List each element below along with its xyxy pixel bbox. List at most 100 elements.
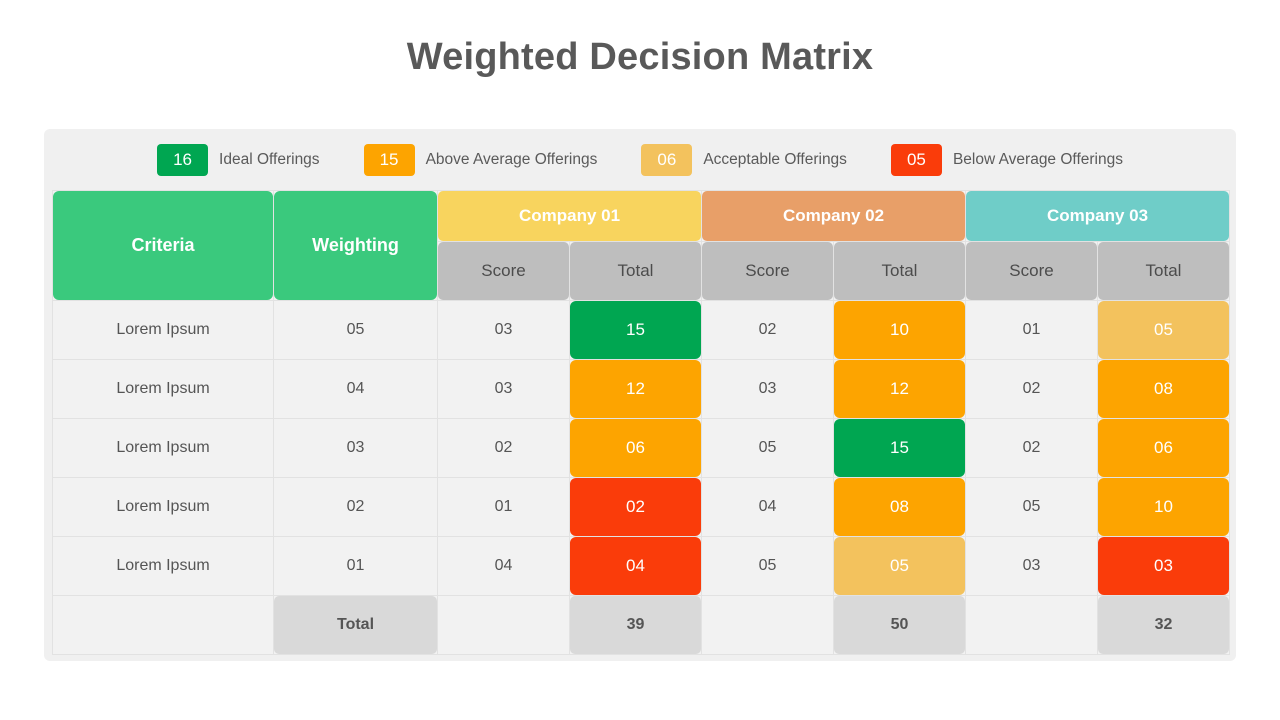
cell-c2-total-chip: 12 bbox=[834, 360, 965, 418]
totals-c3-value: 32 bbox=[1098, 596, 1229, 654]
cell-weighting: 04 bbox=[273, 359, 438, 419]
legend-badge-acceptable: 06 bbox=[641, 143, 693, 176]
cell-criteria: Lorem Ipsum bbox=[52, 536, 274, 596]
totals-blank-criteria bbox=[52, 595, 274, 655]
totals-c2-cell: 50 bbox=[833, 595, 966, 655]
header-c3-total-label: Total bbox=[1098, 242, 1229, 300]
cell-c2-total: 12 bbox=[833, 359, 966, 419]
totals-blank-c1-score bbox=[437, 595, 570, 655]
cell-c1-total: 06 bbox=[569, 418, 702, 478]
legend-badge-below-average: 05 bbox=[890, 143, 942, 176]
cell-c1-total-chip: 15 bbox=[570, 301, 701, 359]
cell-c2-total-chip: 05 bbox=[834, 537, 965, 595]
cell-c2-score: 02 bbox=[701, 300, 834, 360]
header-weighting-label: Weighting bbox=[274, 191, 437, 300]
header-c2-total-label: Total bbox=[834, 242, 965, 300]
cell-c1-total: 02 bbox=[569, 477, 702, 537]
cell-c1-score: 01 bbox=[437, 477, 570, 537]
cell-criteria: Lorem Ipsum bbox=[52, 477, 274, 537]
cell-weighting: 05 bbox=[273, 300, 438, 360]
header-c1-total: Total bbox=[569, 241, 702, 301]
cell-c2-total-chip: 10 bbox=[834, 301, 965, 359]
cell-c3-score: 03 bbox=[965, 536, 1098, 596]
header-company-02: Company 02 bbox=[701, 190, 966, 242]
cell-c3-score: 02 bbox=[965, 359, 1098, 419]
cell-criteria: Lorem Ipsum bbox=[52, 300, 274, 360]
slide-canvas: Weighted Decision Matrix 16 Ideal Offeri… bbox=[0, 0, 1280, 720]
cell-c1-score: 03 bbox=[437, 300, 570, 360]
totals-blank-c3-score bbox=[965, 595, 1098, 655]
cell-c1-total-chip: 04 bbox=[570, 537, 701, 595]
legend-label-below-average: Below Average Offerings bbox=[952, 150, 1123, 168]
header-criteria: Criteria bbox=[52, 190, 274, 301]
legend-item-below-average: 05 Below Average Offerings bbox=[890, 143, 1123, 176]
cell-c3-total-chip: 06 bbox=[1098, 419, 1229, 477]
cell-c2-total: 08 bbox=[833, 477, 966, 537]
cell-c1-total-chip: 12 bbox=[570, 360, 701, 418]
matrix-panel: 16 Ideal Offerings 15 Above Average Offe… bbox=[44, 129, 1236, 661]
cell-c3-total: 06 bbox=[1097, 418, 1230, 478]
cell-c2-score: 05 bbox=[701, 536, 834, 596]
cell-c3-total-chip: 05 bbox=[1098, 301, 1229, 359]
cell-c3-score: 01 bbox=[965, 300, 1098, 360]
table-header-row-companies: Criteria Weighting Company 01 Company 02… bbox=[52, 190, 1230, 301]
header-weighting: Weighting bbox=[273, 190, 438, 301]
header-company-02-label: Company 02 bbox=[702, 191, 965, 241]
cell-c2-score: 05 bbox=[701, 418, 834, 478]
cell-c3-total-chip: 10 bbox=[1098, 478, 1229, 536]
table-row: Lorem Ipsum 05 03 15 02 10 01 05 bbox=[52, 300, 1230, 360]
legend-item-above-average: 15 Above Average Offerings bbox=[363, 143, 598, 176]
cell-c1-total: 04 bbox=[569, 536, 702, 596]
legend-badge-ideal: 16 bbox=[157, 143, 209, 176]
decision-matrix-table: Criteria Weighting Company 01 Company 02… bbox=[52, 190, 1230, 655]
cell-c3-total-chip: 03 bbox=[1098, 537, 1229, 595]
table-row: Lorem Ipsum 03 02 06 05 15 02 06 bbox=[52, 418, 1230, 478]
header-company-01: Company 01 bbox=[437, 190, 702, 242]
cell-c3-score: 02 bbox=[965, 418, 1098, 478]
header-c1-score: Score bbox=[437, 241, 570, 301]
cell-c3-total: 03 bbox=[1097, 536, 1230, 596]
header-c3-total: Total bbox=[1097, 241, 1230, 301]
cell-c2-total: 15 bbox=[833, 418, 966, 478]
header-criteria-label: Criteria bbox=[53, 191, 273, 300]
page-title: Weighted Decision Matrix bbox=[406, 36, 874, 78]
header-company-03: Company 03 bbox=[965, 190, 1230, 242]
totals-label: Total bbox=[274, 596, 437, 654]
header-company-03-label: Company 03 bbox=[966, 191, 1229, 241]
header-c2-score-label: Score bbox=[702, 242, 833, 300]
cell-c3-total: 10 bbox=[1097, 477, 1230, 537]
cell-c3-total-chip: 08 bbox=[1098, 360, 1229, 418]
cell-criteria: Lorem Ipsum bbox=[52, 418, 274, 478]
header-c1-total-label: Total bbox=[570, 242, 701, 300]
cell-c2-score: 03 bbox=[701, 359, 834, 419]
legend-label-ideal: Ideal Offerings bbox=[219, 150, 320, 168]
cell-weighting: 03 bbox=[273, 418, 438, 478]
header-c2-total: Total bbox=[833, 241, 966, 301]
cell-c2-total-chip: 15 bbox=[834, 419, 965, 477]
legend-item-ideal: 16 Ideal Offerings bbox=[157, 143, 320, 176]
cell-criteria: Lorem Ipsum bbox=[52, 359, 274, 419]
totals-c1-cell: 39 bbox=[569, 595, 702, 655]
cell-c1-score: 02 bbox=[437, 418, 570, 478]
legend-label-above-average: Above Average Offerings bbox=[425, 150, 598, 168]
cell-weighting: 02 bbox=[273, 477, 438, 537]
totals-c3-cell: 32 bbox=[1097, 595, 1230, 655]
table-row: Lorem Ipsum 04 03 12 03 12 02 08 bbox=[52, 359, 1230, 419]
header-c2-score: Score bbox=[701, 241, 834, 301]
table-row: Lorem Ipsum 02 01 02 04 08 05 10 bbox=[52, 477, 1230, 537]
cell-c2-total: 05 bbox=[833, 536, 966, 596]
cell-c2-total: 10 bbox=[833, 300, 966, 360]
legend-item-acceptable: 06 Acceptable Offerings bbox=[641, 143, 847, 176]
totals-blank-c2-score bbox=[701, 595, 834, 655]
table-totals-row: Total 39 50 32 bbox=[52, 595, 1230, 655]
cell-weighting: 01 bbox=[273, 536, 438, 596]
cell-c2-score: 04 bbox=[701, 477, 834, 537]
legend: 16 Ideal Offerings 15 Above Average Offe… bbox=[44, 129, 1236, 190]
totals-c2-value: 50 bbox=[834, 596, 965, 654]
cell-c2-total-chip: 08 bbox=[834, 478, 965, 536]
cell-c3-total: 08 bbox=[1097, 359, 1230, 419]
cell-c1-total-chip: 02 bbox=[570, 478, 701, 536]
cell-c1-total: 12 bbox=[569, 359, 702, 419]
cell-c1-total: 15 bbox=[569, 300, 702, 360]
header-c1-score-label: Score bbox=[438, 242, 569, 300]
